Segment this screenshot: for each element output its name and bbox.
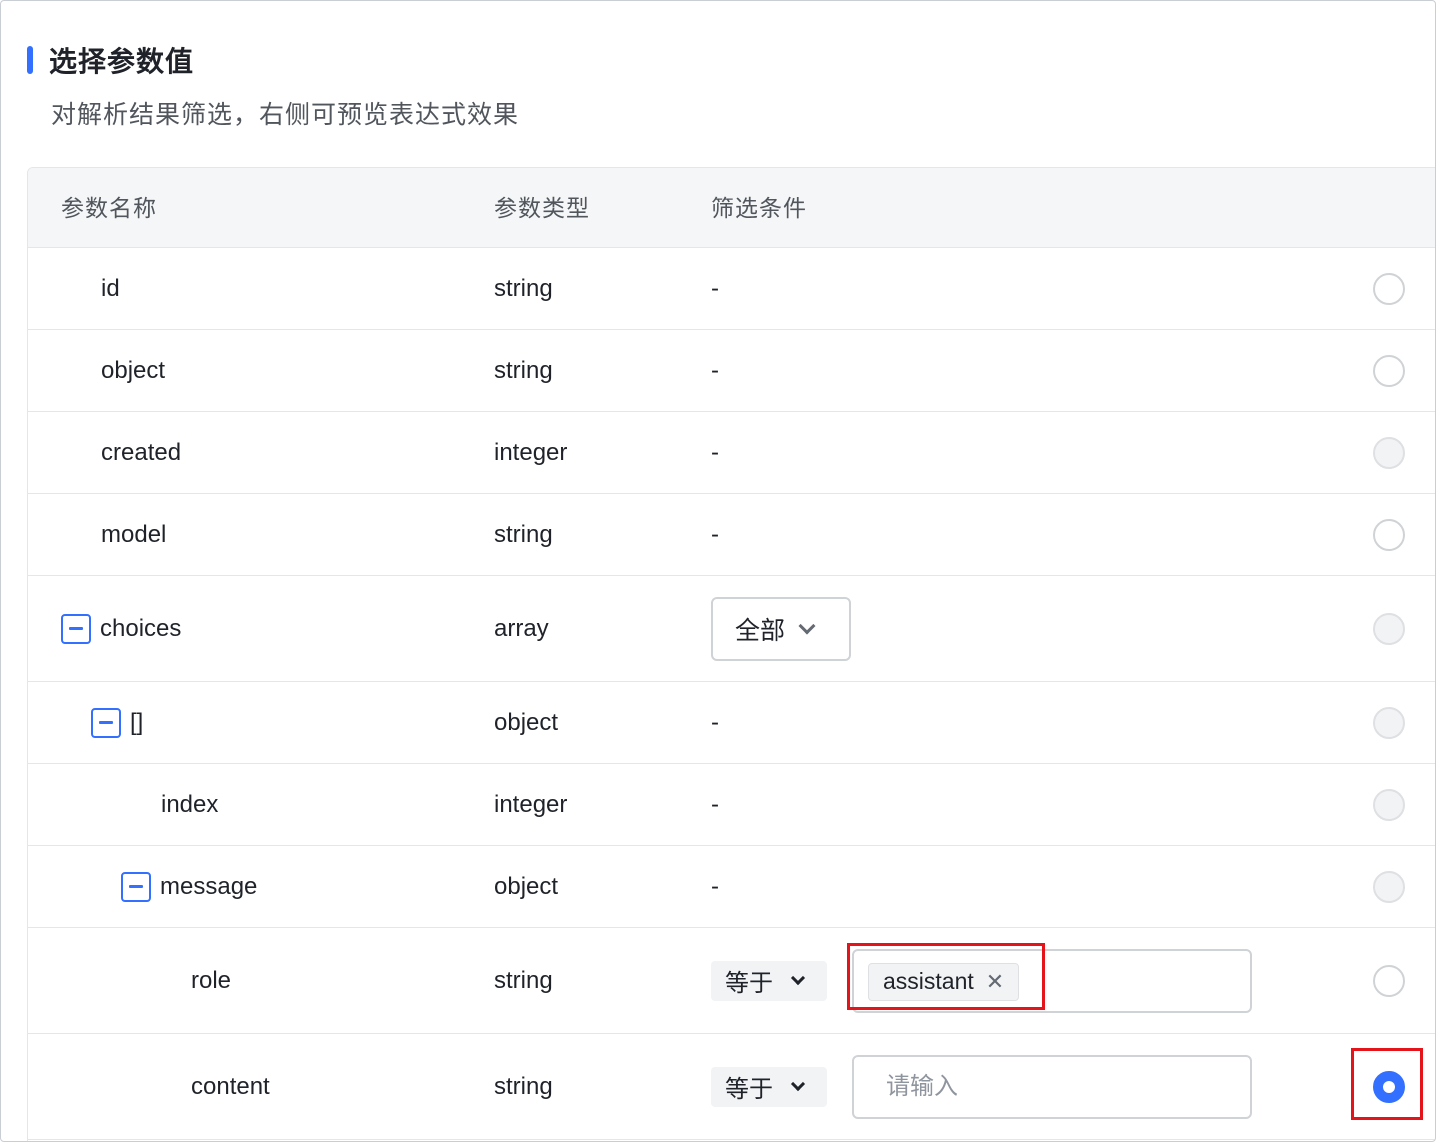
param-name: message: [160, 872, 258, 900]
filter-empty: -: [711, 356, 719, 384]
tag-label: assistant: [883, 968, 974, 994]
value-tag: assistant ✕: [868, 962, 1020, 1001]
accent-bar: [27, 46, 33, 74]
table-row: model string -: [28, 494, 1435, 576]
filter-empty: -: [711, 438, 719, 466]
param-type: array: [494, 614, 549, 642]
row-radio[interactable]: [1373, 964, 1405, 997]
filter-cell: 等于 请输入: [711, 1034, 1252, 1139]
param-name: content: [191, 1072, 270, 1100]
param-name-cell: []: [91, 682, 143, 763]
param-name-cell: message: [121, 846, 257, 927]
param-type: integer: [494, 790, 568, 818]
filter-empty: -: [711, 274, 719, 302]
table-row: index integer -: [28, 764, 1435, 846]
table-row: role string 等于 assistant ✕: [28, 928, 1435, 1034]
column-header-type: 参数类型: [494, 195, 590, 221]
chevron-down-icon: [798, 617, 816, 634]
table-header: 参数名称 参数类型 筛选条件: [28, 168, 1435, 248]
value-tag-input[interactable]: assistant ✕: [852, 948, 1252, 1013]
param-name: role: [191, 966, 232, 994]
params-table: 参数名称 参数类型 筛选条件 id string - object string…: [27, 167, 1435, 1141]
section-description: 对解析结果筛选，右侧可预览表达式效果: [51, 101, 520, 129]
table-row: choices array 全部: [28, 576, 1435, 682]
section-header: 选择参数值: [27, 41, 194, 79]
row-radio[interactable]: [1373, 354, 1405, 387]
row-radio: [1373, 436, 1405, 469]
row-radio: [1373, 612, 1405, 645]
row-radio[interactable]: [1373, 518, 1405, 551]
table-row: id string -: [28, 248, 1435, 330]
param-name: []: [130, 708, 144, 736]
operator-value: 等于: [725, 1076, 773, 1103]
value-input[interactable]: 请输入: [852, 1054, 1252, 1119]
table-row: created integer -: [28, 412, 1435, 494]
param-type: object: [494, 708, 559, 736]
param-type: string: [494, 356, 553, 384]
filter-empty: -: [711, 790, 719, 818]
select-value: 全部: [735, 616, 786, 645]
operator-select[interactable]: 等于: [711, 960, 827, 1001]
row-radio: [1373, 706, 1405, 739]
param-name: id: [101, 274, 120, 302]
filter-empty: -: [711, 520, 719, 548]
minus-square-icon[interactable]: [91, 707, 121, 738]
close-icon[interactable]: ✕: [986, 969, 1004, 995]
param-name: created: [101, 438, 182, 466]
param-name: model: [101, 520, 167, 548]
table-row: object string -: [28, 330, 1435, 412]
row-radio-selected[interactable]: [1373, 1070, 1405, 1103]
input-placeholder: 请输入: [886, 1072, 958, 1100]
param-type: string: [494, 520, 553, 548]
param-name: choices: [100, 614, 182, 642]
param-type: string: [494, 274, 553, 302]
param-value-panel: 选择参数值 对解析结果筛选，右侧可预览表达式效果 参数名称 参数类型 筛选条件 …: [0, 0, 1436, 1142]
row-radio: [1373, 870, 1405, 903]
operator-value: 等于: [725, 970, 773, 997]
row-radio: [1373, 788, 1405, 821]
table-row: message object -: [28, 846, 1435, 928]
column-header-name: 参数名称: [61, 195, 157, 221]
filter-empty: -: [711, 872, 719, 900]
array-scope-select[interactable]: 全部: [711, 596, 851, 661]
operator-select[interactable]: 等于: [711, 1066, 827, 1107]
section-title: 选择参数值: [49, 46, 195, 77]
filter-empty: -: [711, 708, 719, 736]
param-type: string: [494, 966, 553, 994]
chevron-down-icon: [790, 970, 806, 985]
minus-square-icon[interactable]: [61, 613, 91, 644]
column-header-filter: 筛选条件: [711, 195, 807, 221]
param-name: object: [101, 356, 166, 384]
param-type: string: [494, 1072, 553, 1100]
row-radio[interactable]: [1373, 272, 1405, 305]
param-name-cell: choices: [61, 576, 181, 681]
param-type: integer: [494, 438, 568, 466]
minus-square-icon[interactable]: [121, 871, 151, 902]
table-row: content string 等于 请输入: [28, 1034, 1435, 1140]
table-row: [] object -: [28, 682, 1435, 764]
param-name: index: [161, 790, 219, 818]
filter-cell: 全部: [711, 576, 851, 681]
filter-cell: 等于 assistant ✕: [711, 928, 1252, 1033]
chevron-down-icon: [790, 1076, 806, 1091]
param-type: object: [494, 872, 559, 900]
